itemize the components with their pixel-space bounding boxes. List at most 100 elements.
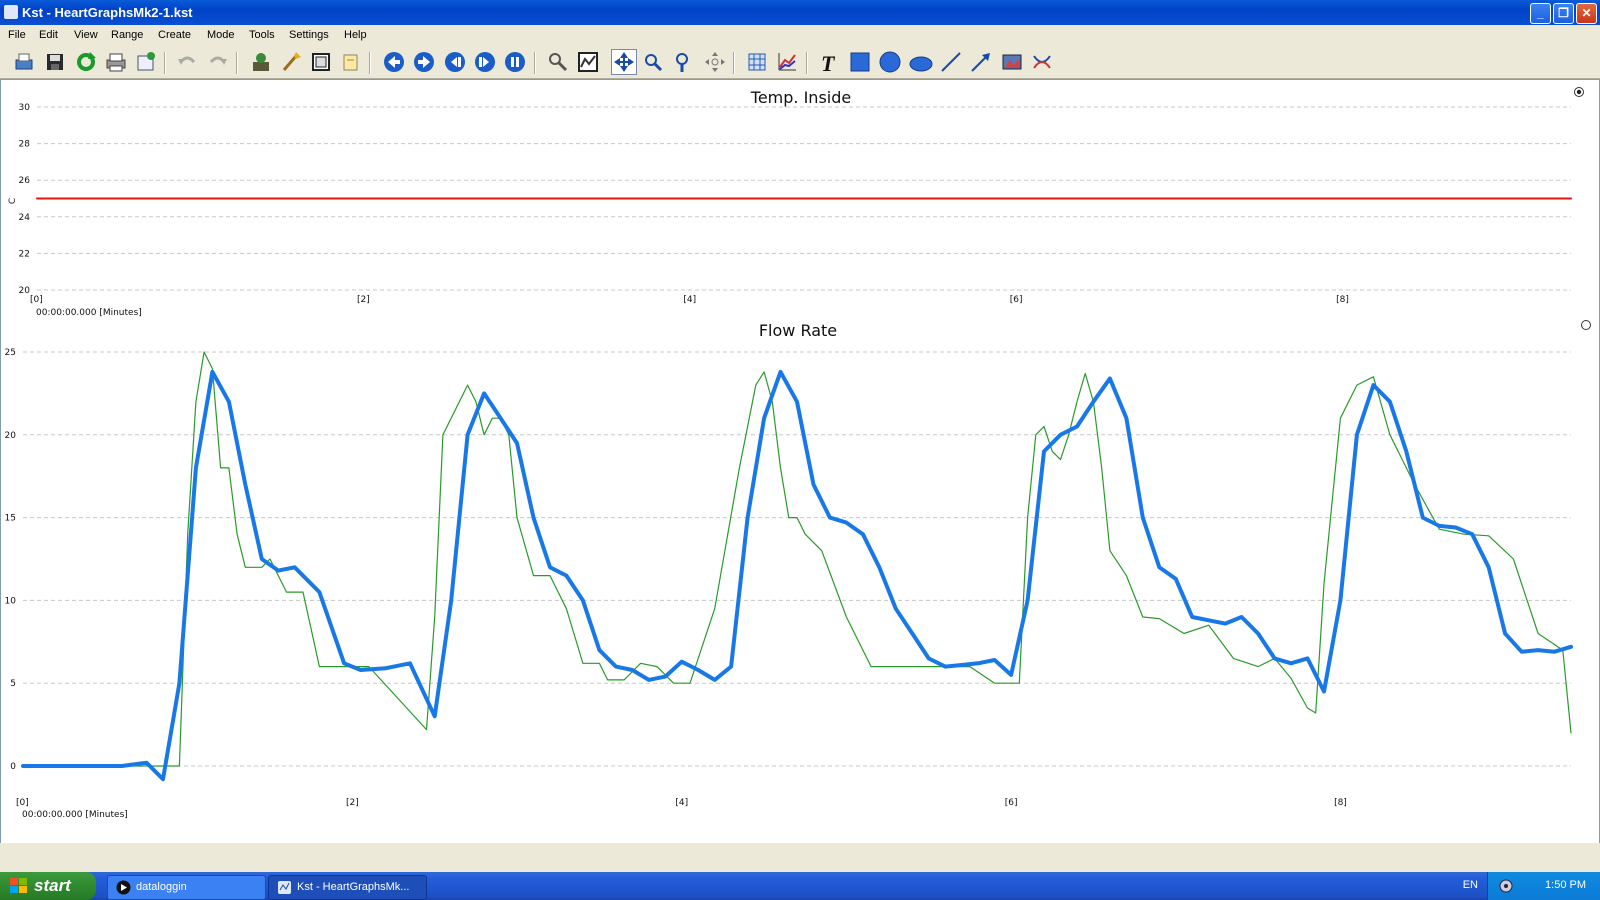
- plot1-ytick-label: 22: [19, 249, 30, 259]
- language-indicator[interactable]: EN: [1463, 879, 1478, 891]
- plot2-focus-radio[interactable]: [1581, 320, 1591, 330]
- plot2-xtick-label: [6]: [1005, 798, 1018, 808]
- menu-range[interactable]: Range: [111, 29, 143, 41]
- plot2-ytick-label: 0: [10, 762, 16, 772]
- menu-view[interactable]: View: [74, 29, 98, 41]
- plot1-ytick-label: 28: [19, 140, 31, 150]
- plot2-ytick-label: 25: [5, 348, 16, 358]
- plot2-xtick-label: [2]: [346, 798, 359, 808]
- plot1-xtick-label: [2]: [357, 295, 370, 305]
- pan-icon[interactable]: [703, 50, 727, 74]
- plot2-ytick-label: 10: [5, 596, 17, 606]
- status-bar: [0, 843, 1600, 871]
- edit-icon[interactable]: [339, 50, 363, 74]
- taskbar-item-label: dataloggin: [136, 881, 187, 893]
- zoom-mode-icon[interactable]: [611, 49, 637, 75]
- print-icon[interactable]: [104, 50, 128, 74]
- plot1-ytick-label: 26: [19, 176, 31, 186]
- main-toolbar: T: [0, 47, 1600, 79]
- plot2-xref-label: 00:00:00.000 [Minutes]: [22, 810, 128, 820]
- curve-icon[interactable]: [775, 50, 799, 74]
- redo-icon[interactable]: [206, 50, 230, 74]
- shared-axis-icon[interactable]: [1030, 50, 1054, 74]
- toolbar-separator: [534, 52, 536, 74]
- restore-button[interactable]: ❐: [1553, 3, 1574, 24]
- save-icon[interactable]: [43, 50, 67, 74]
- toolbar-separator: [733, 52, 735, 74]
- plots-canvas[interactable]: Temp. Inside C 00:00:00.000 [Minutes] Fl…: [1, 80, 1599, 843]
- arrow-icon[interactable]: [969, 50, 993, 74]
- back-icon[interactable]: [382, 50, 406, 74]
- print-preview-icon[interactable]: [12, 50, 36, 74]
- data-wizard-icon[interactable]: [279, 50, 303, 74]
- menu-create[interactable]: Create: [158, 29, 191, 41]
- svg-text:T: T: [821, 51, 836, 74]
- grid-icon[interactable]: [745, 50, 769, 74]
- plot2-ytick-label: 15: [5, 514, 16, 524]
- picture-icon[interactable]: [1000, 50, 1024, 74]
- system-tray: 1:50 PM: [1487, 872, 1600, 900]
- undo-icon[interactable]: [175, 50, 199, 74]
- menu-settings[interactable]: Settings: [289, 29, 329, 41]
- zoom-layout-icon[interactable]: [546, 50, 570, 74]
- plot1-ylabel: C: [8, 198, 18, 204]
- plot2-xtick-label: [8]: [1334, 798, 1347, 808]
- minimize-button[interactable]: _: [1530, 3, 1551, 24]
- start-label: start: [34, 876, 71, 895]
- plot2-ytick-label: 20: [5, 431, 17, 441]
- menu-file[interactable]: File: [8, 29, 26, 41]
- first-icon[interactable]: [443, 50, 467, 74]
- window-titlebar[interactable]: Kst - HeartGraphsMk2-1.kst _ ❐ ✕: [0, 0, 1600, 25]
- plot1-ytick-label: 20: [19, 286, 31, 296]
- plot1-xtick-label: [6]: [1010, 295, 1023, 305]
- plot1-xref-label: 00:00:00.000 [Minutes]: [36, 308, 142, 318]
- recorder-icon: [116, 880, 131, 895]
- start-button[interactable]: start: [0, 872, 96, 900]
- windows-logo-icon: [10, 878, 27, 893]
- menu-tools[interactable]: Tools: [249, 29, 275, 41]
- plot2-series-line: [22, 351, 1572, 767]
- menu-mode[interactable]: Mode: [207, 29, 235, 41]
- plot2-xtick-label: [0]: [16, 798, 29, 808]
- toolbar-separator: [369, 52, 371, 74]
- line-icon[interactable]: [939, 50, 963, 74]
- plot2-xtick-label: [4]: [675, 798, 688, 808]
- clock: 1:50 PM: [1545, 879, 1586, 891]
- zoom-y-icon[interactable]: [672, 50, 696, 74]
- plot-icon[interactable]: [309, 50, 333, 74]
- plot1-xtick-label: [0]: [30, 295, 43, 305]
- last-icon[interactable]: [473, 50, 497, 74]
- xy-zoom-icon[interactable]: [576, 50, 600, 74]
- kst-app-icon: [4, 5, 18, 19]
- plot1-xtick-label: [4]: [683, 295, 696, 305]
- plot-window[interactable]: Temp. Inside C 00:00:00.000 [Minutes] Fl…: [0, 79, 1600, 844]
- data-manager-icon[interactable]: [249, 50, 273, 74]
- menu-help[interactable]: Help: [344, 29, 367, 41]
- reload-icon[interactable]: [74, 50, 98, 74]
- plot1-ytick-label: 30: [19, 103, 31, 113]
- plot1-chart[interactable]: 20 22 24 26 28 30 [0] [2] [4] [6] [8]: [19, 103, 1572, 305]
- menu-bar: File Edit View Range Create Mode Tools S…: [0, 26, 1600, 46]
- toolbar-separator: [236, 52, 238, 74]
- plot1-title: Temp. Inside: [750, 88, 851, 107]
- zoom-x-icon[interactable]: [642, 50, 666, 74]
- export-icon[interactable]: [134, 50, 158, 74]
- close-button[interactable]: ✕: [1576, 3, 1597, 24]
- menu-edit[interactable]: Edit: [39, 29, 58, 41]
- window-title: Kst - HeartGraphsMk2-1.kst: [22, 5, 193, 20]
- circle-icon[interactable]: [878, 50, 902, 74]
- forward-icon[interactable]: [412, 50, 436, 74]
- plot1-focus-dot: [1576, 89, 1582, 95]
- plot2-chart[interactable]: 0 5 10 15 20 25 [0] [2] [4] [6] [8]: [5, 348, 1573, 808]
- plot2-title: Flow Rate: [759, 321, 837, 340]
- box-icon[interactable]: [848, 50, 872, 74]
- pause-icon[interactable]: [503, 50, 527, 74]
- taskbar-item-dataloggin[interactable]: dataloggin: [107, 875, 266, 900]
- network-icon[interactable]: [1498, 878, 1514, 894]
- taskbar-item-kst[interactable]: Kst - HeartGraphsMk...: [268, 875, 427, 900]
- text-icon[interactable]: T: [816, 50, 840, 76]
- ellipse-icon[interactable]: [909, 50, 933, 74]
- toolbar-separator: [164, 52, 166, 74]
- kst-app-icon: [278, 881, 291, 894]
- plot1-xtick-label: [8]: [1336, 295, 1349, 305]
